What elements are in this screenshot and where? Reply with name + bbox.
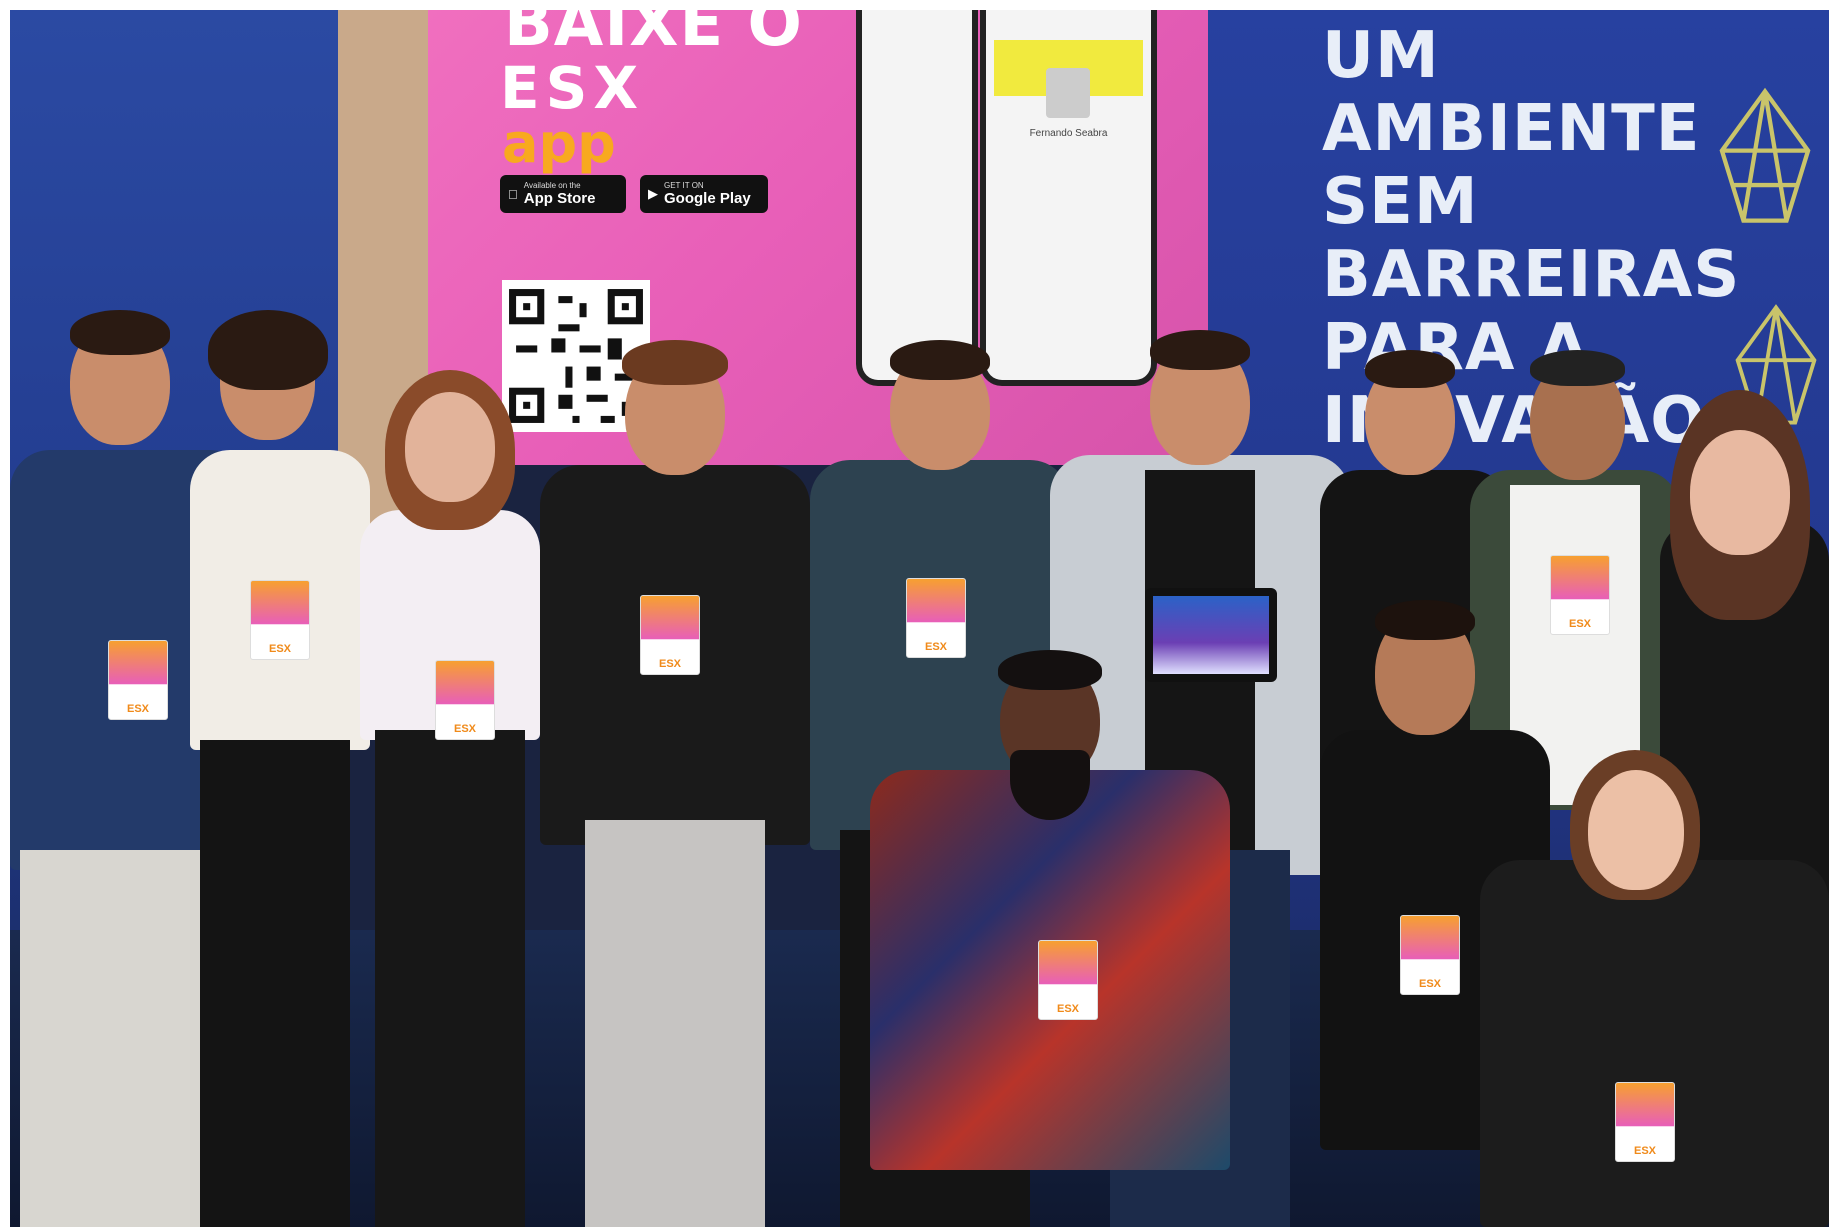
app-store-small-text: Available on the (514, 181, 581, 190)
app-store-badge:  Available on the App Store (500, 175, 626, 213)
phone-mockup-left (856, 10, 978, 386)
person (540, 340, 810, 1227)
profile-name: Fernando Seabra (1029, 128, 1108, 139)
slogan-line: BARREIRAS (1322, 238, 1741, 312)
google-play-icon: ▶ (648, 186, 658, 201)
person (1460, 750, 1829, 1227)
person (350, 370, 550, 1227)
slogan-line: SEM (1322, 165, 1479, 239)
person (870, 650, 1230, 1227)
google-play-badge: ▶ GET IT ON Google Play (640, 175, 768, 213)
google-play-small-text: GET IT ON (664, 181, 704, 190)
award-tablet (1145, 588, 1277, 682)
google-play-label: Google Play (664, 190, 751, 207)
event-group-photo: BAIXE O ESX app  Available on the App S… (10, 10, 1829, 1227)
person (180, 310, 370, 1227)
tablet-screen (1153, 596, 1269, 674)
profile-photo (1046, 68, 1090, 118)
screen-headline: BAIXE O (504, 10, 803, 61)
app-label: app (502, 112, 616, 175)
apple-icon:  (508, 187, 518, 202)
app-store-label: App Store (514, 190, 596, 207)
slogan-line: AMBIENTE (1322, 92, 1701, 166)
slogan-line: UM (1322, 19, 1440, 93)
geometric-logo-icon (1719, 87, 1811, 223)
